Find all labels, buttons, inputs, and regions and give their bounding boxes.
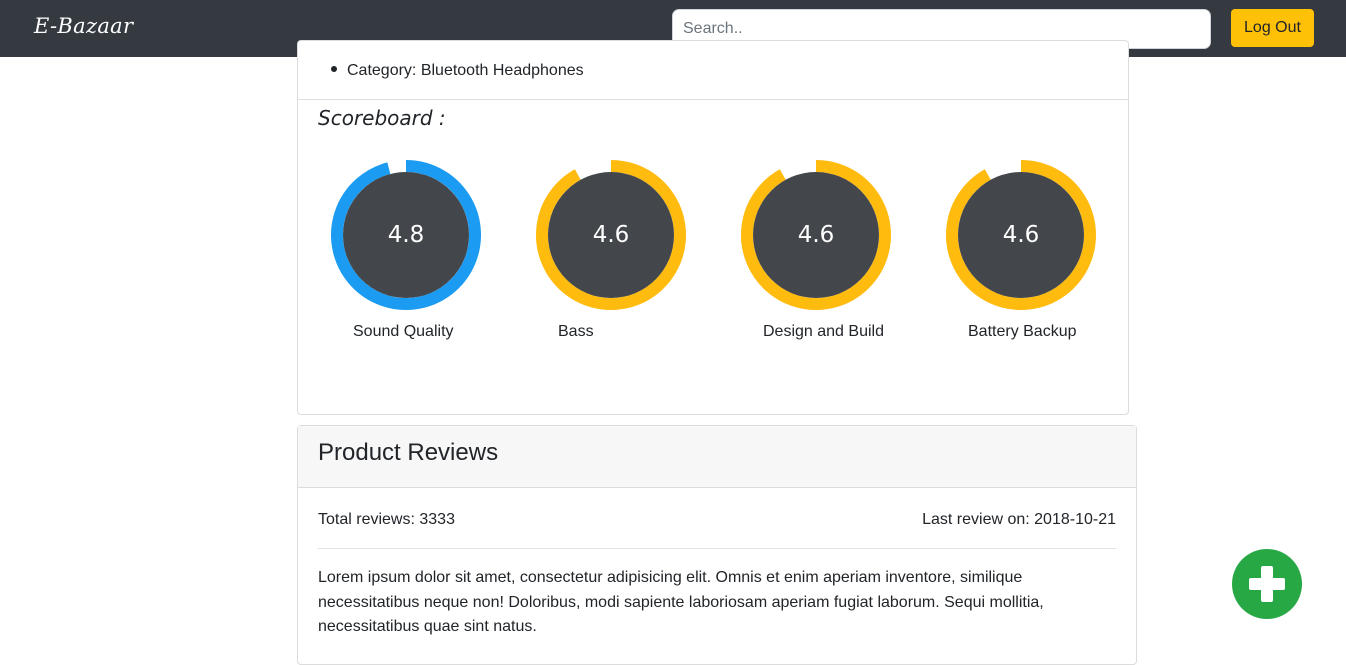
category-label: Category: Bluetooth Headphones (347, 62, 584, 79)
gauge-label: Design and Build (763, 323, 884, 340)
review-text: Lorem ipsum dolor sit amet, consectetur … (318, 569, 1044, 635)
brand-logo[interactable]: E-Bazaar (34, 14, 133, 38)
divider (318, 548, 1116, 549)
bullet-icon (331, 65, 337, 72)
score-gauge-battery-backup: 4.6 (945, 159, 1097, 311)
add-review-button[interactable] (1232, 549, 1302, 619)
total-reviews: Total reviews: 3333 (318, 511, 455, 528)
score-gauge-design-and-build: 4.6 (740, 159, 892, 311)
gauge-value: 4.6 (797, 222, 835, 248)
gauge-value: 4.6 (1002, 222, 1040, 248)
gauge-value: 4.8 (387, 222, 425, 248)
scoreboard-title: Scoreboard : (318, 106, 446, 130)
last-review-date: Last review on: 2018-10-21 (922, 511, 1116, 528)
gauge-label: Bass (558, 323, 594, 340)
gauge-label: Sound Quality (353, 323, 454, 340)
category-list-item: Category: Bluetooth Headphones (331, 62, 584, 80)
score-gauge-bass: 4.6 (535, 159, 687, 311)
gauge-value: 4.6 (592, 222, 630, 248)
reviews-title: Product Reviews (318, 439, 499, 466)
gauge-label: Battery Backup (968, 323, 1077, 340)
divider (298, 99, 1128, 100)
score-gauge-sound-quality: 4.8 (330, 159, 482, 311)
logout-button[interactable]: Log Out (1231, 9, 1314, 47)
